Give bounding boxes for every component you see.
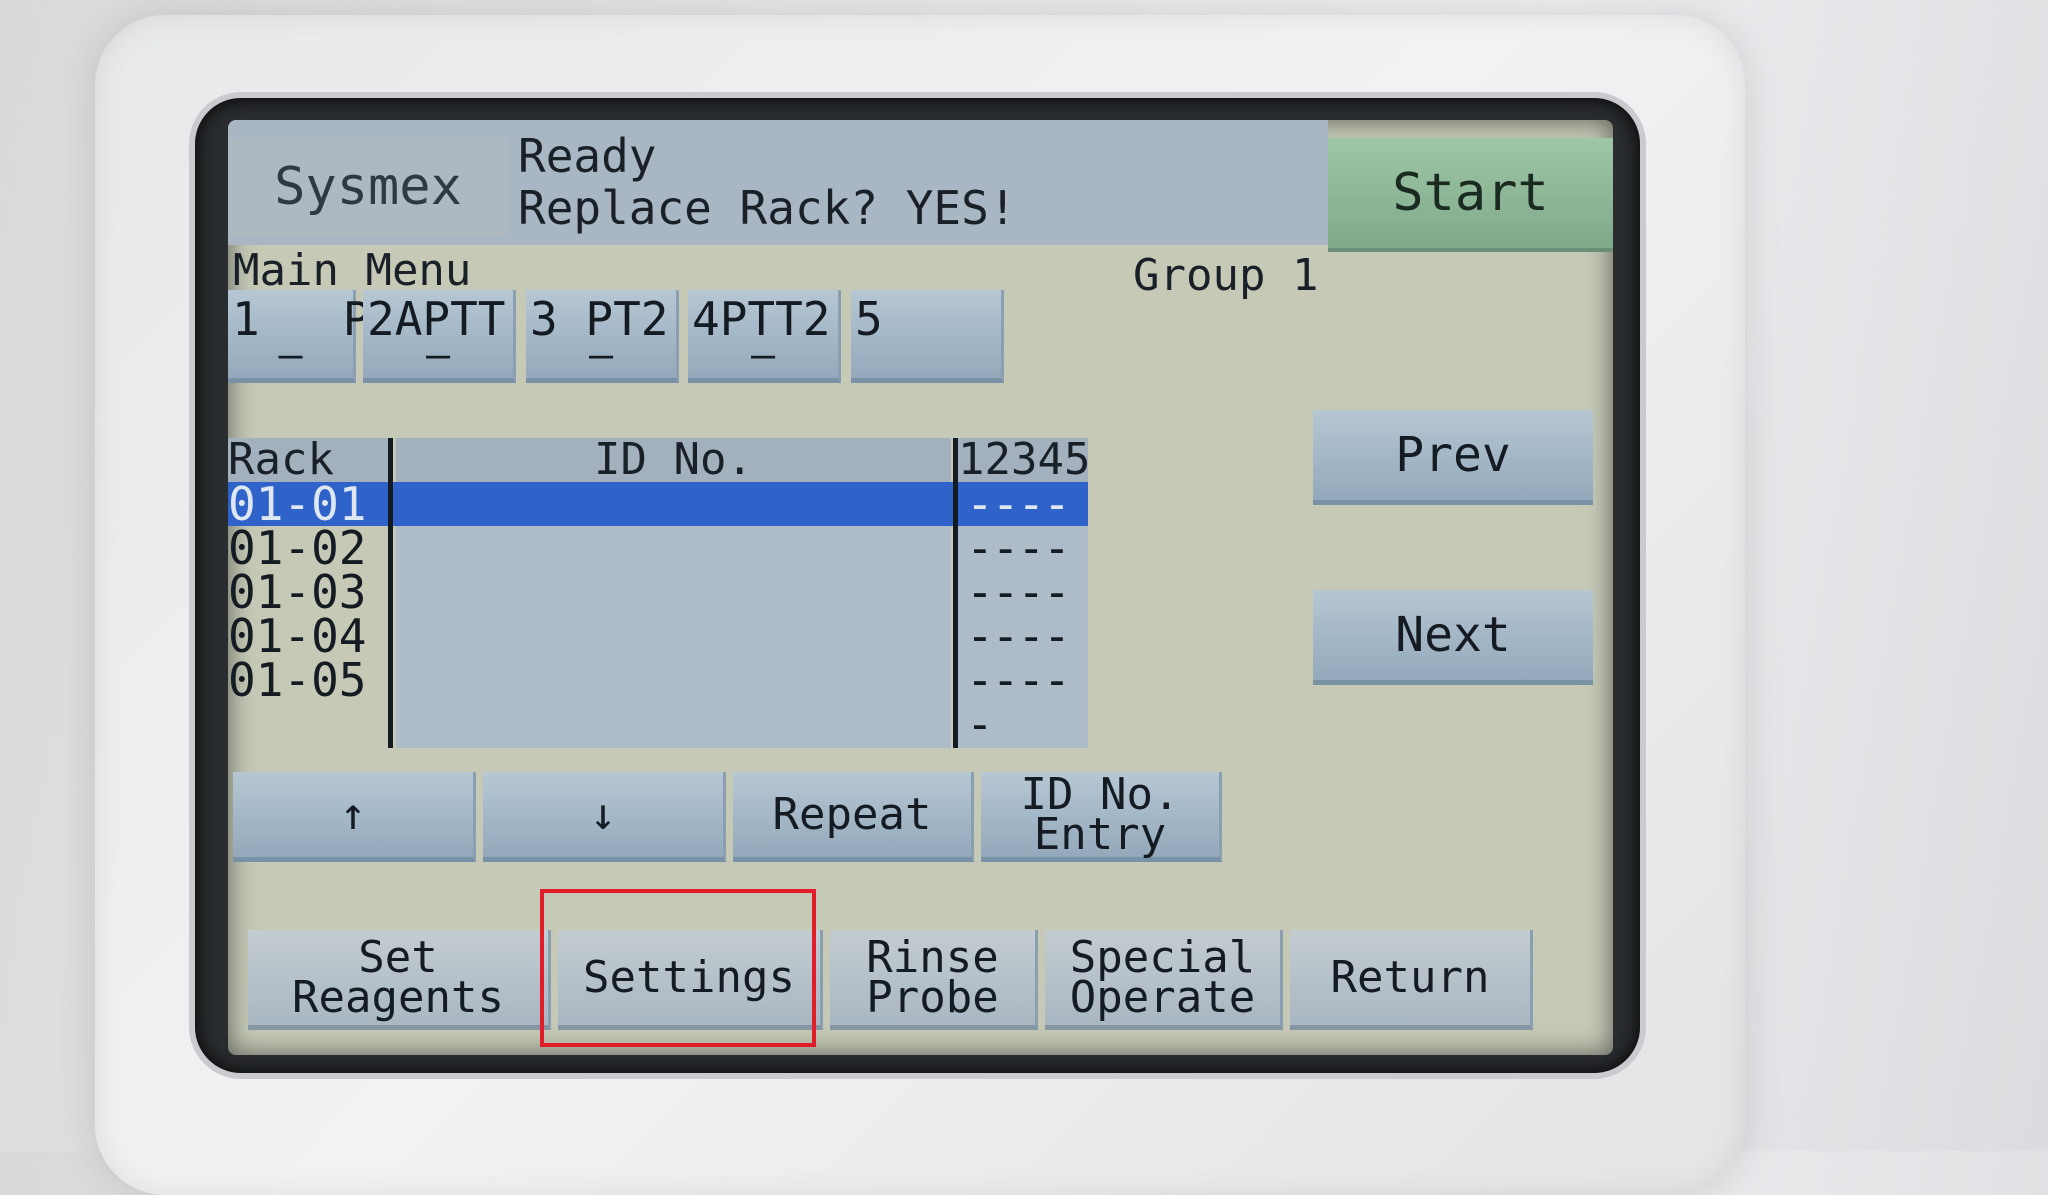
- special-operate-button[interactable]: Special Operate: [1045, 930, 1283, 1030]
- return-button[interactable]: Return: [1290, 930, 1533, 1030]
- page-title: Main Menu: [233, 245, 472, 296]
- tab-1-pt[interactable]: 1 PT –: [228, 290, 398, 383]
- start-button[interactable]: Start: [1328, 138, 1613, 252]
- table-row[interactable]: 01-04 -----: [228, 609, 1088, 703]
- status-message: Ready Replace Rack? YES!: [518, 130, 1017, 234]
- values-cell: -----: [966, 653, 1071, 751]
- header-values: 12345: [958, 434, 1091, 485]
- table-row[interactable]: 01-05 -----: [228, 653, 1088, 747]
- scroll-up-button[interactable]: ↑: [233, 772, 476, 862]
- tab-2-aptt[interactable]: 2APTT –: [363, 290, 516, 383]
- header-rack: Rack: [228, 438, 388, 482]
- column-divider: [953, 438, 958, 748]
- rinse-probe-button[interactable]: Rinse Probe: [830, 930, 1038, 1030]
- tab-status: –: [588, 332, 614, 378]
- tab-label: 5: [855, 292, 883, 346]
- next-button[interactable]: Next: [1313, 590, 1593, 685]
- tab-5[interactable]: 5: [851, 290, 1004, 383]
- rack-cell: 01-01: [228, 477, 367, 531]
- tab-status: –: [750, 332, 776, 378]
- tab-status: –: [425, 332, 451, 378]
- tab-3-pt2[interactable]: 3 PT2 –: [526, 290, 679, 383]
- brand-label: Sysmex: [228, 138, 508, 236]
- group-label: Group 1: [1133, 250, 1319, 301]
- tab-4-ptt2[interactable]: 4PTT2 –: [688, 290, 841, 383]
- rack-cell: 01-05: [228, 653, 367, 707]
- rack-cell: 01-04: [228, 609, 367, 663]
- repeat-button[interactable]: Repeat: [733, 772, 974, 862]
- lcd-screen: Sysmex Ready Replace Rack? YES! Start Ma…: [228, 120, 1613, 1055]
- rack-cell: 01-03: [228, 565, 367, 619]
- scroll-down-button[interactable]: ↓: [483, 772, 726, 862]
- highlight-box: [540, 889, 816, 1047]
- table-row[interactable]: 01-03 -----: [228, 565, 1088, 659]
- prev-button[interactable]: Prev: [1313, 410, 1593, 505]
- tab-status: –: [278, 332, 303, 378]
- table-row[interactable]: 01-01 -----: [228, 477, 1088, 571]
- status-line-1: Ready: [518, 129, 657, 183]
- status-line-2: Replace Rack? YES!: [518, 181, 1017, 235]
- rack-table: Rack ID No. 12345 01-01 ----- 01-02 ----…: [228, 434, 1091, 748]
- set-reagents-button[interactable]: Set Reagents: [248, 930, 551, 1030]
- id-entry-button[interactable]: ID No. Entry: [981, 772, 1222, 862]
- rack-cell: 01-02: [228, 521, 367, 575]
- header-id: ID No.: [396, 438, 951, 482]
- table-row[interactable]: 01-02 -----: [228, 521, 1088, 615]
- column-divider: [388, 438, 393, 748]
